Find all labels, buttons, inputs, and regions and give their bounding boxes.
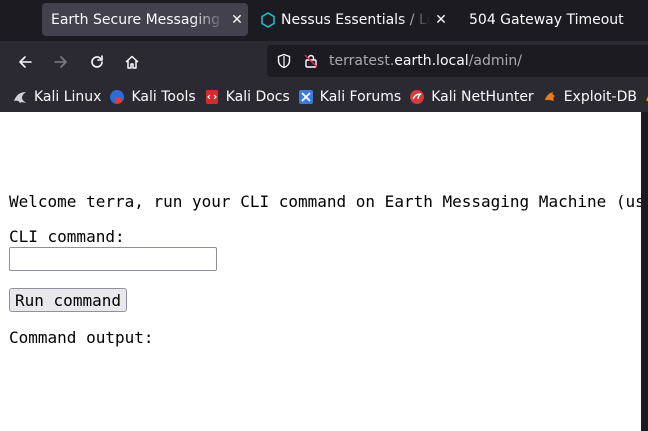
home-icon [125, 55, 139, 69]
bookmark-label: Kali Forums [319, 89, 402, 105]
kali-nethunter-icon [410, 90, 425, 104]
url-text: terratest.earth.local/admin/ [329, 53, 522, 69]
kali-docs-icon [205, 90, 218, 104]
command-output-label: Command output: [9, 328, 154, 347]
run-command-button[interactable]: Run command [9, 288, 127, 312]
tab-earth-secure-messaging[interactable]: Earth Secure Messaging Ad ✕ [42, 3, 248, 36]
nessus-icon [261, 11, 275, 28]
bookmark-label: Kali Linux [34, 89, 102, 105]
bookmark-label: Kali NetHunter [431, 89, 534, 105]
bookmark-kali-forums[interactable]: Kali Forums [298, 85, 401, 109]
tab-strip: Earth Secure Messaging Ad ✕ Nessus Essen… [0, 0, 648, 41]
tab-nessus-essentials[interactable]: Nessus Essentials / Logi ✕ [254, 3, 452, 36]
welcome-message: Welcome terra, run your CLI command on E… [9, 192, 641, 211]
kali-forums-icon [298, 90, 313, 104]
bookmark-label: Kali Docs [225, 89, 290, 105]
url-domain: earth.local [394, 53, 469, 69]
reload-icon [91, 55, 103, 68]
bookmark-kali-docs[interactable]: Kali Docs [204, 85, 290, 109]
page-content: Welcome terra, run your CLI command on E… [0, 112, 641, 431]
close-tab-icon[interactable]: ✕ [226, 12, 248, 28]
cli-command-input[interactable] [9, 247, 217, 271]
arrow-right-icon [54, 56, 67, 68]
tab-504-gateway-timeout[interactable]: 504 Gateway Timeout [460, 3, 648, 36]
tab-title: Earth Secure Messaging Ad [51, 11, 226, 28]
tab-title: 504 Gateway Timeout [469, 11, 624, 28]
home-button[interactable] [119, 49, 145, 75]
tab-title: Nessus Essentials / Logi [281, 11, 430, 28]
page-scrollbar[interactable] [641, 112, 648, 431]
bookmark-kali-nethunter[interactable]: Kali NetHunter [409, 85, 534, 109]
url-subdomain: terratest. [329, 53, 395, 69]
shield-icon[interactable] [276, 53, 292, 69]
forward-button[interactable] [48, 49, 74, 75]
bookmark-label: Kali Tools [131, 89, 196, 105]
url-path: /admin/ [468, 53, 522, 69]
cli-command-label: CLI command: [9, 227, 125, 246]
page-info-icon[interactable] [303, 53, 319, 69]
exploit-db-icon [544, 92, 555, 101]
reload-button[interactable] [84, 49, 110, 75]
bookmark-label: Exploit-DB [563, 89, 637, 105]
bookmarks-toolbar: Kali Linux Kali Tools Kali Docs Kali For… [0, 82, 648, 112]
bookmark-kali-linux[interactable]: Kali Linux [12, 85, 101, 109]
kali-dragon-icon [14, 92, 26, 103]
url-bar[interactable]: terratest.earth.local/admin/ [267, 45, 648, 77]
kali-tools-icon [110, 90, 125, 104]
back-button[interactable] [12, 49, 38, 75]
bookmark-exploit-db[interactable]: Exploit-DB [542, 85, 637, 109]
arrow-left-icon [19, 56, 32, 68]
navigation-toolbar: terratest.earth.local/admin/ [0, 41, 648, 82]
bookmark-kali-tools[interactable]: Kali Tools [109, 85, 196, 109]
close-tab-icon[interactable]: ✕ [430, 12, 452, 28]
